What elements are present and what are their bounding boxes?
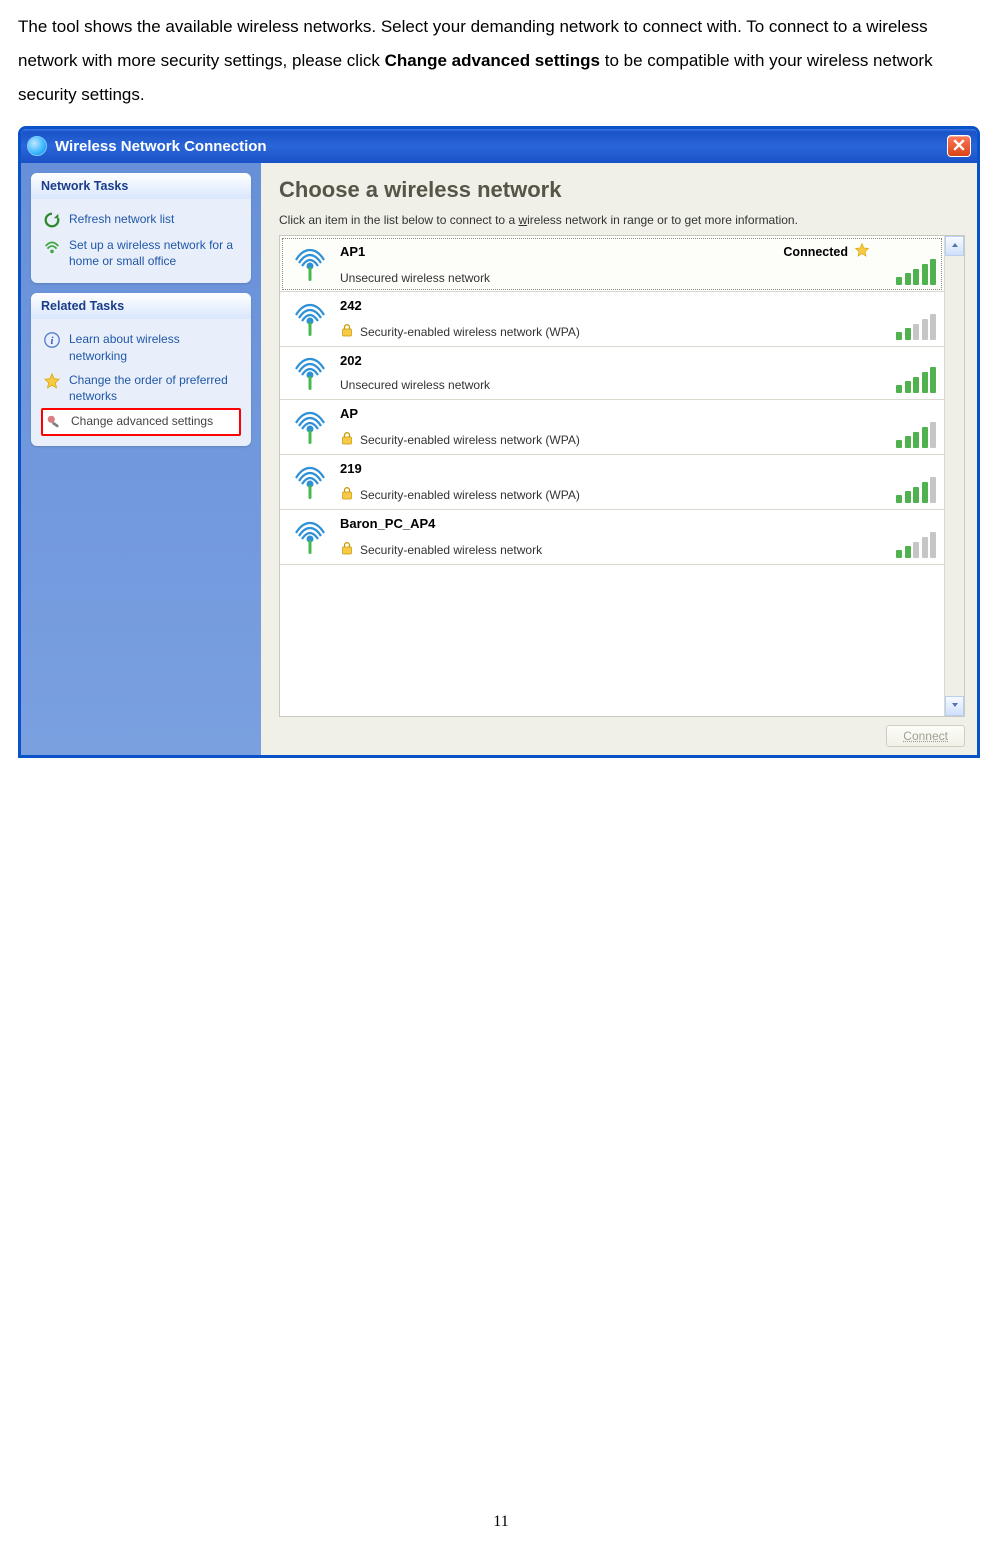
panel-header: Network Tasks bbox=[31, 173, 251, 199]
signal-bars-icon bbox=[896, 259, 936, 285]
page-number: 11 bbox=[493, 1513, 508, 1531]
network-list: AP1 Connected Unsecured wireless network 2… bbox=[280, 236, 944, 716]
wireless-window: Wireless Network Connection Network Task… bbox=[18, 126, 980, 758]
star-icon bbox=[43, 372, 61, 390]
wireless-title-icon bbox=[27, 136, 47, 156]
svg-text:i: i bbox=[51, 335, 54, 347]
refresh-icon bbox=[43, 211, 61, 229]
network-item[interactable]: Baron_PC_AP4 Security-enabled wireless ne… bbox=[280, 510, 944, 565]
network-desc: Security-enabled wireless network (WPA) bbox=[340, 431, 870, 448]
panel-related-tasks: Related Tasks i Learn about wireless net… bbox=[31, 293, 251, 446]
network-item[interactable]: AP1 Connected Unsecured wireless network bbox=[280, 236, 944, 292]
antenna-icon bbox=[288, 406, 332, 448]
window-title: Wireless Network Connection bbox=[55, 138, 267, 155]
network-status: Connected bbox=[783, 242, 870, 261]
wrench-icon bbox=[45, 413, 63, 431]
network-desc: Unsecured wireless network bbox=[340, 378, 870, 392]
antenna-icon bbox=[288, 242, 332, 285]
list-description: Click an item in the list below to conne… bbox=[279, 213, 965, 227]
antenna-icon bbox=[288, 461, 332, 503]
antenna-icon bbox=[288, 516, 332, 558]
network-item[interactable]: 202 Unsecured wireless network bbox=[280, 347, 944, 400]
chevron-up-icon bbox=[950, 237, 960, 255]
connect-button[interactable]: Connect bbox=[886, 725, 965, 747]
scroll-up-button[interactable] bbox=[945, 236, 964, 256]
titlebar[interactable]: Wireless Network Connection bbox=[21, 129, 977, 163]
setup-icon bbox=[43, 237, 61, 255]
lock-icon bbox=[340, 431, 354, 448]
task-learn-wireless[interactable]: i Learn about wireless networking bbox=[41, 327, 241, 367]
network-desc: Security-enabled wireless network (WPA) bbox=[340, 486, 870, 503]
task-label: Change the order of preferred networks bbox=[69, 372, 239, 404]
lock-icon bbox=[340, 486, 354, 503]
task-label: Learn about wireless networking bbox=[69, 331, 239, 363]
network-list-container: AP1 Connected Unsecured wireless network 2… bbox=[279, 235, 965, 717]
antenna-icon bbox=[288, 298, 332, 340]
lock-icon bbox=[340, 323, 354, 340]
network-desc: Unsecured wireless network bbox=[340, 271, 870, 285]
scroll-track[interactable] bbox=[945, 256, 964, 696]
network-item[interactable]: 242 Security-enabled wireless network (WP… bbox=[280, 292, 944, 347]
document-intro: The tool shows the available wireless ne… bbox=[18, 10, 984, 112]
signal-bars-icon bbox=[896, 422, 936, 448]
signal-bars-icon bbox=[896, 532, 936, 558]
signal-bars-icon bbox=[896, 314, 936, 340]
task-label: Change advanced settings bbox=[71, 413, 213, 429]
panel-network-tasks: Network Tasks Refresh network list Set u… bbox=[31, 173, 251, 283]
task-change-order[interactable]: Change the order of preferred networks bbox=[41, 368, 241, 408]
close-button[interactable] bbox=[947, 135, 971, 157]
favorite-star-icon bbox=[854, 242, 870, 261]
lock-icon bbox=[340, 541, 354, 558]
main-heading: Choose a wireless network bbox=[279, 177, 965, 203]
network-item[interactable]: 219 Security-enabled wireless network (WP… bbox=[280, 455, 944, 510]
sidebar: Network Tasks Refresh network list Set u… bbox=[21, 163, 261, 755]
antenna-icon bbox=[288, 353, 332, 393]
task-label: Set up a wireless network for a home or … bbox=[69, 237, 239, 269]
panel-header: Related Tasks bbox=[31, 293, 251, 319]
network-name: 242 bbox=[340, 298, 362, 313]
task-setup-wireless[interactable]: Set up a wireless network for a home or … bbox=[41, 233, 241, 273]
close-icon bbox=[953, 138, 965, 154]
intro-bold: Change advanced settings bbox=[385, 51, 600, 70]
network-name: Baron_PC_AP4 bbox=[340, 516, 435, 531]
network-desc: Security-enabled wireless network bbox=[340, 541, 870, 558]
signal-bars-icon bbox=[896, 477, 936, 503]
task-refresh-network-list[interactable]: Refresh network list bbox=[41, 207, 241, 233]
network-name: AP bbox=[340, 406, 358, 421]
main-pane: Choose a wireless network Click an item … bbox=[261, 163, 977, 755]
network-name: 202 bbox=[340, 353, 362, 368]
network-desc: Security-enabled wireless network (WPA) bbox=[340, 323, 870, 340]
info-icon: i bbox=[43, 331, 61, 349]
task-change-advanced-settings[interactable]: Change advanced settings bbox=[41, 408, 241, 436]
scroll-down-button[interactable] bbox=[945, 696, 964, 716]
task-label: Refresh network list bbox=[69, 211, 174, 227]
network-item[interactable]: AP Security-enabled wireless network (WPA… bbox=[280, 400, 944, 455]
scrollbar[interactable] bbox=[944, 236, 964, 716]
signal-bars-icon bbox=[896, 367, 936, 393]
network-name: AP1 bbox=[340, 244, 365, 259]
chevron-down-icon bbox=[950, 697, 960, 715]
network-name: 219 bbox=[340, 461, 362, 476]
